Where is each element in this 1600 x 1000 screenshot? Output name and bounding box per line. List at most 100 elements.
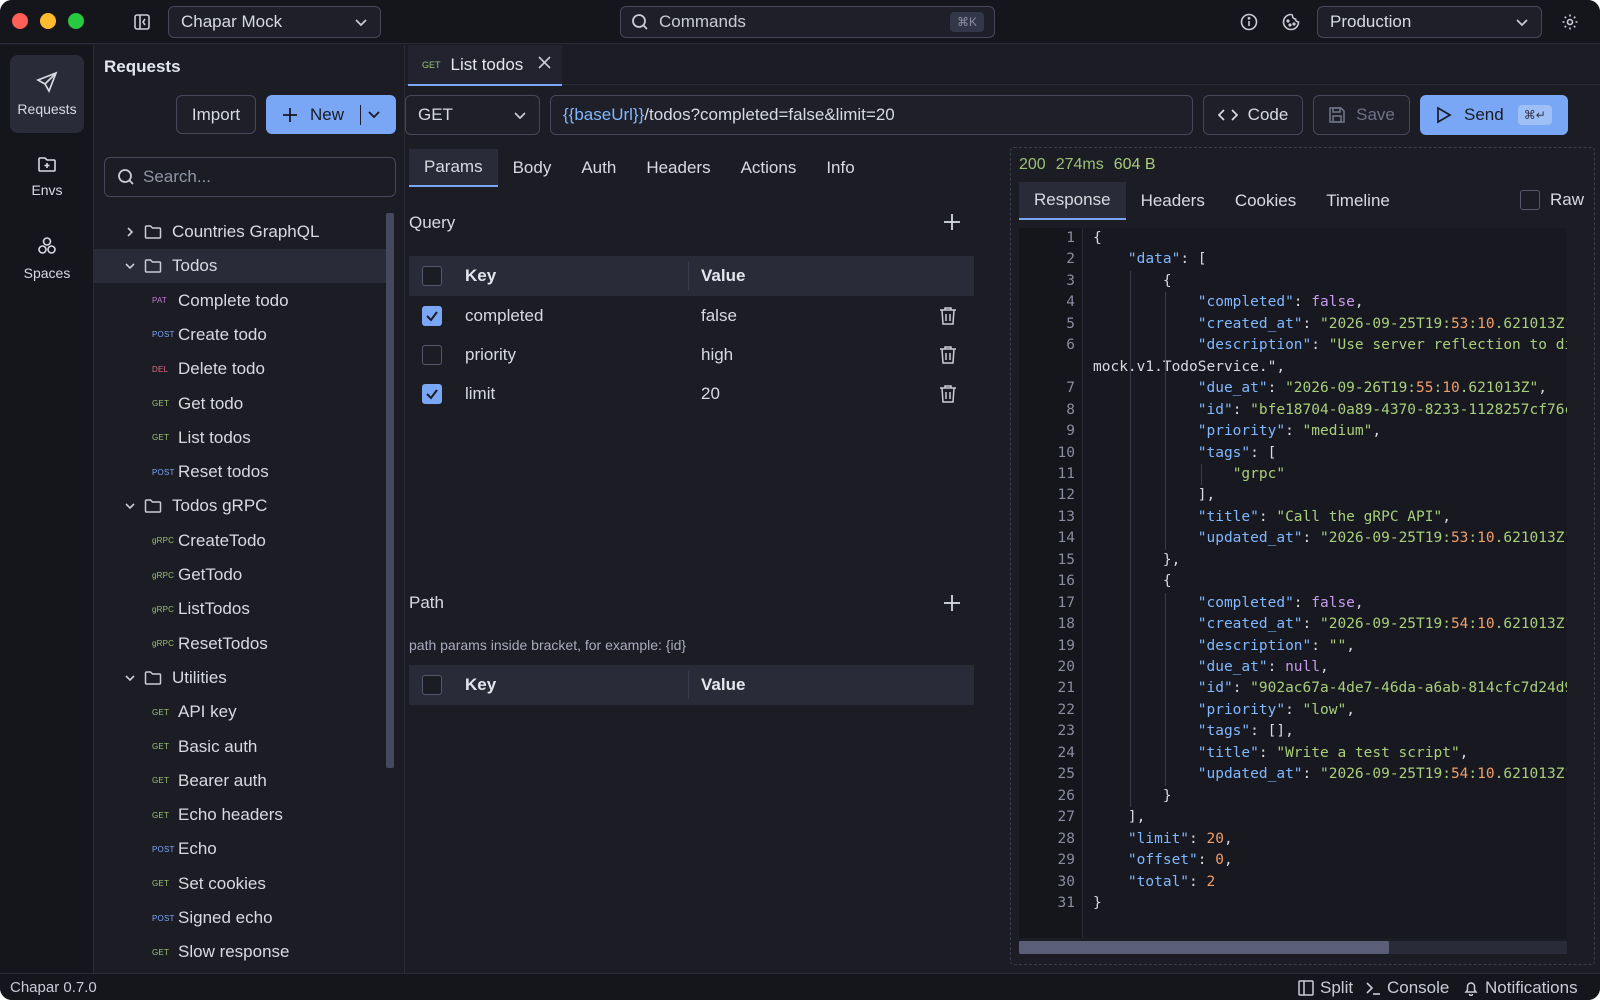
notifications-button[interactable]: Notifications [1463,978,1578,998]
tree-item-label: Todos gRPC [172,496,268,516]
request-slow-response[interactable]: GET Slow response [94,935,392,969]
new-button[interactable]: New [266,95,396,134]
request-delete-todo[interactable]: DEL Delete todo [94,352,392,386]
send-button[interactable]: Send ⌘↵ [1420,95,1568,135]
console-button[interactable]: Console [1365,978,1449,998]
param-enabled-checkbox[interactable] [422,344,442,365]
param-value[interactable]: false [701,306,737,326]
code-line: "offset": 0, [1127,852,1233,869]
folder-utilities[interactable]: Utilities [94,661,392,695]
trash-icon[interactable] [939,306,957,326]
response-tab-timeline[interactable]: Timeline [1311,182,1405,220]
line-number: 19 [1057,637,1075,654]
split-button[interactable]: Split [1298,978,1353,998]
tab-headers[interactable]: Headers [631,149,725,187]
play-icon [1436,106,1452,124]
info-icon[interactable] [1239,12,1259,32]
request-gettodo[interactable]: gRPC GetTodo [94,558,392,592]
path-hint: path params inside bracket, for example:… [409,637,687,653]
raw-toggle[interactable]: Raw [1519,190,1584,210]
response-time: 274ms [1055,156,1104,173]
chevron-down-icon[interactable] [367,107,381,121]
folder-plus-icon [37,154,57,174]
chevron-down-icon[interactable] [122,500,138,512]
response-tab-cookies[interactable]: Cookies [1220,182,1311,220]
select-all-checkbox[interactable] [422,266,442,286]
folder-todos-grpc[interactable]: Todos gRPC [94,489,392,523]
sidebar-search-input[interactable]: Search... [104,157,396,197]
param-enabled-checkbox[interactable] [422,305,442,326]
maximize-window-button[interactable] [68,13,84,29]
request-echo[interactable]: POST Echo [94,832,392,866]
param-value[interactable]: high [701,345,733,365]
trash-icon[interactable] [939,384,957,404]
url-input[interactable]: {{baseUrl}}/todos?completed=false&limit=… [550,95,1193,135]
code-line: { [1093,230,1102,246]
request-complete-todo[interactable]: PAT Complete todo [94,284,392,318]
code-button[interactable]: Code [1203,95,1303,135]
request-create-todo[interactable]: POST Create todo [94,318,392,352]
close-icon[interactable] [538,56,551,69]
request-reset-todos[interactable]: POST Reset todos [94,455,392,489]
request-bearer-auth[interactable]: GET Bearer auth [94,764,392,798]
request-resettodos[interactable]: gRPC ResetTodos [94,627,392,661]
folder-countries-graphql[interactable]: Countries GraphQL [94,215,392,249]
method-badge: POST [152,844,175,854]
request-signed-echo[interactable]: POST Signed echo [94,901,392,935]
sidebar-scrollbar[interactable] [386,213,394,768]
tab-list-todos[interactable]: GET List todos [408,45,562,86]
select-all-checkbox[interactable] [422,675,442,695]
method-badge: GET [152,399,170,408]
chevron-down-icon[interactable] [122,672,138,684]
request-createtodo[interactable]: gRPC CreateTodo [94,524,392,558]
raw-checkbox[interactable] [1519,190,1540,210]
response-tab-response[interactable]: Response [1019,182,1126,220]
request-set-cookies[interactable]: GET Set cookies [94,867,392,901]
rail-item-spaces[interactable]: Spaces [10,219,84,297]
request-listtodos[interactable]: gRPC ListTodos [94,592,392,626]
environment-select[interactable]: Production [1317,6,1542,38]
code-line: "due_at": "2026-09-26T19:55:10.621013Z", [1197,380,1548,397]
folder-todos[interactable]: Todos [94,249,392,284]
theme-palette-icon[interactable] [1281,12,1301,32]
command-palette-button[interactable]: Commands ⌘K [620,6,995,38]
tab-actions[interactable]: Actions [726,149,812,187]
response-horizontal-scrollbar[interactable] [1019,941,1567,954]
rail-item-envs[interactable]: Envs [10,137,84,215]
add-path-param-icon[interactable] [943,594,961,612]
trash-icon[interactable] [939,345,957,365]
settings-gear-icon[interactable] [1560,12,1580,32]
console-label: Console [1387,978,1450,997]
command-shortcut: ⌘K [949,12,984,32]
request-echo-headers[interactable]: GET Echo headers [94,798,392,832]
chevron-right-icon[interactable] [122,226,138,238]
line-number: 11 [1057,465,1075,482]
save-button[interactable]: Save [1313,95,1410,135]
code-line: mock.v1.TodoService.", [1093,358,1286,375]
add-query-param-icon[interactable] [943,213,961,231]
toggle-sidebar-icon[interactable] [132,12,152,32]
param-value[interactable]: 20 [701,384,720,404]
request-basic-auth[interactable]: GET Basic auth [94,730,392,764]
chevron-down-icon[interactable] [122,260,138,272]
tab-auth[interactable]: Auth [566,149,631,187]
minimize-window-button[interactable] [40,13,56,29]
new-label: New [310,104,345,124]
param-key[interactable]: completed [465,306,543,326]
tab-info[interactable]: Info [811,149,869,187]
close-window-button[interactable] [12,13,28,29]
request-get-todo[interactable]: GET Get todo [94,387,392,421]
param-enabled-checkbox[interactable] [422,383,442,404]
response-body-viewer[interactable]: 1 2 3 4 5 6 7 8 9 10 11 12 13 14 15 16 17 18 19 20 21 22 23 24 2… [1019,228,1567,938]
method-select[interactable]: GET [405,95,540,135]
tab-body[interactable]: Body [498,149,567,187]
request-api-key[interactable]: GET API key [94,695,392,729]
response-tab-headers[interactable]: Headers [1126,182,1220,220]
workspace-select[interactable]: Chapar Mock [168,6,381,38]
param-key[interactable]: limit [465,384,495,404]
request-list-todos[interactable]: GET List todos [94,421,392,455]
param-key[interactable]: priority [465,345,516,365]
rail-item-requests[interactable]: Requests [10,55,84,133]
import-button[interactable]: Import [176,95,256,134]
tab-params[interactable]: Params [409,149,498,187]
